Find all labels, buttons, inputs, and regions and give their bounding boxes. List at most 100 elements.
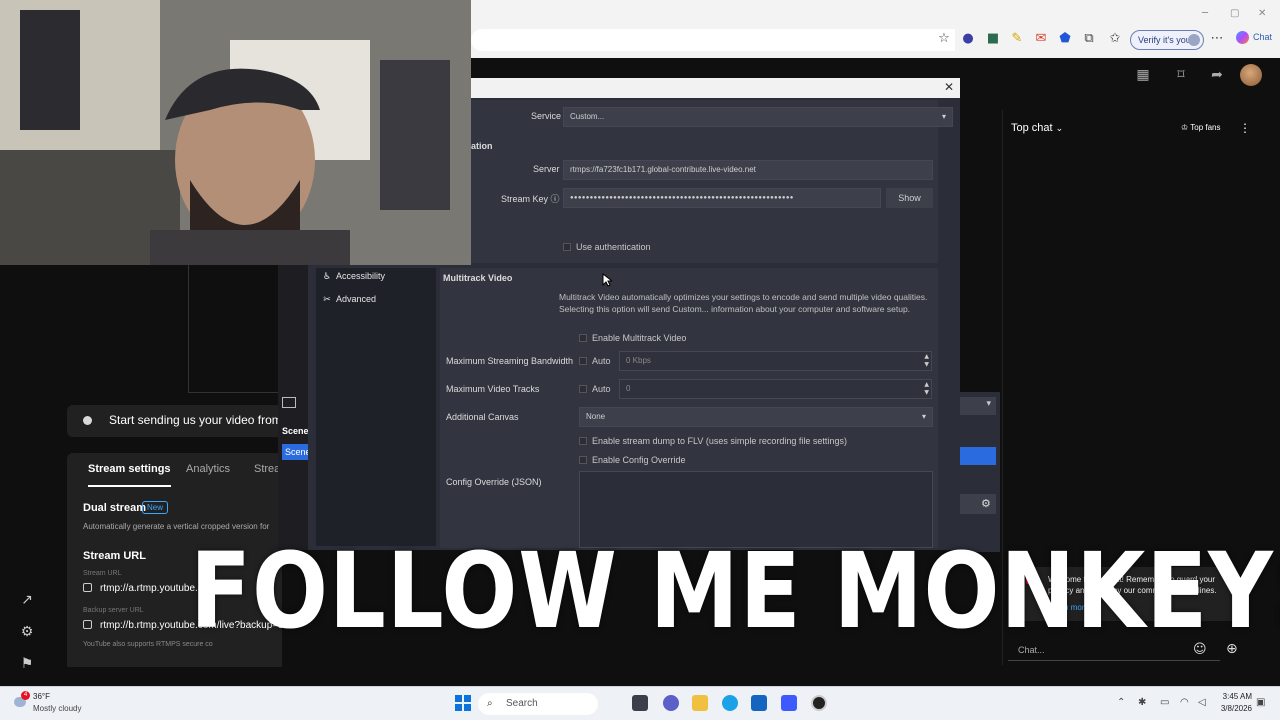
auto-label: Auto xyxy=(592,384,611,394)
server-input[interactable]: rtmps://fa723fc1b171.global-contribute.l… xyxy=(563,160,933,180)
wifi-icon[interactable]: ◠ xyxy=(1180,697,1189,708)
service-label: Service xyxy=(531,111,562,121)
enable-multitrack-checkbox[interactable]: Enable Multitrack Video xyxy=(579,333,686,343)
clock-time[interactable]: 3:45 AM xyxy=(1222,692,1252,701)
checkbox-box xyxy=(579,385,587,393)
teams-icon[interactable] xyxy=(663,695,679,711)
additional-canvas-select[interactable]: None ▾ xyxy=(579,407,933,427)
verify-label: Verify it's you xyxy=(1138,35,1191,45)
favorites-icon[interactable]: ✩ xyxy=(1107,31,1123,47)
obs-taskbar-icon[interactable] xyxy=(811,695,827,711)
server-value: rtmps://fa723fc1b171.global-contribute.l… xyxy=(570,165,756,174)
favorite-star-icon[interactable]: ☆ xyxy=(936,31,952,47)
verify-identity-button[interactable]: Verify it's you xyxy=(1130,30,1204,50)
share-icon[interactable]: ➦ xyxy=(1208,66,1226,84)
show-key-button[interactable]: Show xyxy=(886,188,933,208)
checkbox-box xyxy=(579,437,587,445)
extension-pen-icon[interactable]: ✎ xyxy=(1009,31,1025,47)
dock-active-item[interactable] xyxy=(960,447,996,465)
dual-stream-title: Dual stream xyxy=(83,502,146,514)
settings-sidebar xyxy=(316,268,436,546)
sidebar-item-accessibility[interactable]: ♿ Accessibility xyxy=(322,271,385,282)
weather-widget[interactable]: 4 xyxy=(11,691,30,711)
edge-icon[interactable] xyxy=(722,695,738,711)
clock-date[interactable]: 3/8/2026 xyxy=(1212,704,1252,713)
use-authentication-checkbox[interactable]: Use authentication xyxy=(563,242,651,252)
tab-stream-health[interactable]: Strea xyxy=(254,463,280,475)
monitor-tray-icon[interactable]: ▭ xyxy=(1160,697,1169,708)
max-bandwidth-auto-checkbox[interactable]: Auto xyxy=(579,356,611,366)
scene-item-label: Scene xyxy=(285,447,308,457)
chevron-down-icon: ▾ xyxy=(921,412,926,421)
minimize-icon[interactable]: ─ xyxy=(1202,8,1208,19)
windows-logo-icon xyxy=(455,695,471,711)
app-icon[interactable] xyxy=(781,695,797,711)
window-close-icon[interactable]: ✕ xyxy=(1258,8,1266,19)
max-bandwidth-input[interactable]: 0 Kbps ▲ ▼ xyxy=(619,351,932,371)
file-explorer-icon[interactable] xyxy=(692,695,708,711)
dock-dropdown[interactable]: ▾ xyxy=(960,397,996,415)
chevron-down-icon: ▾ xyxy=(941,112,946,121)
volume-icon[interactable]: ◁ xyxy=(1198,697,1206,708)
extension-shield-icon[interactable]: ■ xyxy=(985,31,1001,47)
dock-settings-button[interactable]: ⚙ xyxy=(960,494,996,514)
dialog-close-icon[interactable]: ✕ xyxy=(944,80,954,94)
extensions-puzzle-icon[interactable]: ⧉ xyxy=(1081,31,1097,47)
chat-more-icon[interactable]: ⋮ xyxy=(1239,121,1251,135)
search-icon: ⌕ xyxy=(487,698,493,709)
max-tracks-input[interactable]: 0 ▲ ▼ xyxy=(619,379,932,399)
taskbar-search[interactable]: ⌕ Search xyxy=(478,693,598,715)
extension-s-icon[interactable]: ● xyxy=(960,31,976,47)
backup-url-label: Backup server URL xyxy=(83,607,144,614)
top-chat-dropdown[interactable]: Top chat ⌄ xyxy=(1011,122,1063,134)
lock-icon xyxy=(83,583,92,592)
notifications-icon[interactable]: ▣ xyxy=(1256,697,1265,708)
server-label: Server xyxy=(533,164,560,174)
stream-key-value: ●●●●●●●●●●●●●●●●●●●●●●●●●●●●●●●●●●●●●●●●… xyxy=(570,195,794,201)
copilot-icon xyxy=(1236,31,1249,44)
sidebar-item-label: Accessibility xyxy=(336,271,386,281)
sidebar-item-advanced[interactable]: ✂ Advanced xyxy=(322,294,376,305)
store-icon[interactable] xyxy=(751,695,767,711)
tab-stream-settings[interactable]: Stream settings xyxy=(88,463,171,487)
stream-url-label: Stream URL xyxy=(83,570,122,577)
chat-label: Chat xyxy=(1253,31,1273,42)
extension-gmail-icon[interactable]: ✉ xyxy=(1033,31,1049,47)
max-bandwidth-value: 0 Kbps xyxy=(626,356,651,365)
left-rail xyxy=(0,265,52,685)
tray-chevron-icon[interactable]: ⌃ xyxy=(1117,697,1125,708)
settings-gear-icon[interactable]: ⚙ xyxy=(18,623,36,641)
top-fans-button[interactable]: ♔ Top fans xyxy=(1181,123,1221,132)
scene-item[interactable]: Scene xyxy=(282,444,308,460)
avatar[interactable] xyxy=(1240,64,1262,86)
dialog-titlebar xyxy=(471,78,960,98)
config-override-label: Config Override (JSON) xyxy=(446,477,542,487)
help-icon[interactable]: ⓘ xyxy=(551,195,560,205)
service-value: Custom... xyxy=(570,112,605,121)
additional-canvas-value: None xyxy=(586,412,606,421)
feedback-icon[interactable]: ⚑ xyxy=(18,655,36,673)
bluetooth-icon[interactable]: ✱ xyxy=(1138,697,1146,708)
calendar-icon[interactable]: ▦ xyxy=(1134,66,1152,84)
start-button[interactable] xyxy=(455,695,471,711)
max-tracks-auto-checkbox[interactable]: Auto xyxy=(579,384,611,394)
maximize-icon[interactable]: ▢ xyxy=(1230,8,1239,19)
service-select[interactable]: Custom... ▾ xyxy=(563,107,953,127)
enable-dump-checkbox[interactable]: Enable stream dump to FLV (uses simple r… xyxy=(579,436,847,446)
tab-analytics[interactable]: Analytics xyxy=(186,463,230,475)
stream-key-input[interactable]: ●●●●●●●●●●●●●●●●●●●●●●●●●●●●●●●●●●●●●●●●… xyxy=(563,188,881,208)
extension-guard-icon[interactable]: ⬟ xyxy=(1057,31,1073,47)
top-chat-label: Top chat xyxy=(1011,122,1053,134)
address-bar[interactable] xyxy=(471,29,955,51)
enable-config-override-checkbox[interactable]: Enable Config Override xyxy=(579,455,686,465)
chevron-down-icon: ⌄ xyxy=(1055,124,1064,134)
open-external-icon[interactable]: ↗ xyxy=(18,591,36,609)
follow-overlay-text: FOLLOW ME MONKEYS xyxy=(190,530,1280,652)
copilot-chat-button[interactable]: Chat xyxy=(1236,31,1272,44)
spinner-icon[interactable]: ▲ ▼ xyxy=(924,353,929,369)
bookmark-icon[interactable]: ⌑ xyxy=(1172,66,1190,84)
more-menu-icon[interactable]: ⋯ xyxy=(1209,31,1225,47)
task-view-icon[interactable] xyxy=(632,695,648,711)
additional-canvas-label: Additional Canvas xyxy=(446,412,519,422)
spinner-icon[interactable]: ▲ ▼ xyxy=(924,381,929,397)
